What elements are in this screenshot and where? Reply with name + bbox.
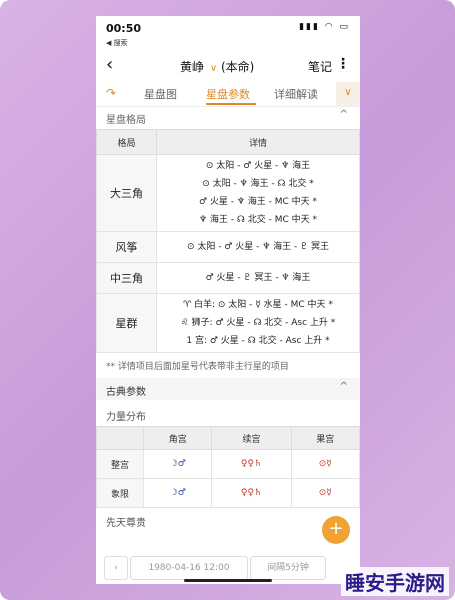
status-time: 00:50	[106, 22, 142, 35]
row-name: 整宫	[96, 449, 144, 479]
interval-selector[interactable]: 间隔5分钟	[250, 556, 326, 580]
add-button[interactable]: +	[322, 516, 350, 544]
table-cell: ⊙☿	[290, 449, 360, 479]
chevron-up-icon: ^	[339, 381, 348, 392]
table-row: 风筝 ⊙ 太阳 - ♂ 火星 - ♆ 海王 - ♇ 冥王	[96, 231, 360, 263]
watermark-logo: 睡安手游网	[341, 567, 449, 596]
row-name: 象限	[96, 478, 144, 508]
phone-screen: 00:50 ▮▮▮ ◠ ▭ ◀ 搜索 ‹ 黄峥 ∨ (本命) 笔记 ⋮ ↷ 星盘…	[96, 16, 360, 584]
table-row: 大三角 ⊙ 太阳 - ♂ 火星 - ♆ 海王 ⊙ 太阳 - ♆ 海王 - ☊ 北…	[96, 154, 360, 232]
pattern-name: 大三角	[96, 154, 157, 232]
tab-interpretation[interactable]: 详细解读	[274, 86, 318, 102]
detail-line: ♂ 火星 - ♆ 海王 - MC 中天 *	[198, 197, 318, 207]
home-indicator	[184, 579, 272, 582]
detail-line: ♈ 白羊: ⊙ 太阳 - ☿ 水星 - MC 中天 *	[183, 300, 333, 310]
date-field[interactable]: 1980-04-16 12:00	[130, 556, 248, 580]
table-cell: ☽♂	[142, 478, 213, 508]
table-row: 象限 ☽♂ ♀♀♄ ⊙☿	[96, 478, 360, 508]
chevron-up-icon: ^	[339, 109, 348, 120]
table-row: 星群 ♈ 白羊: ⊙ 太阳 - ☿ 水星 - MC 中天 * ♌ 狮子: ♂ 火…	[96, 293, 360, 353]
table-cell: ♀♀♄	[211, 478, 292, 508]
column-header: 续宫	[211, 426, 292, 450]
table-cell: ⊙☿	[290, 478, 360, 508]
table-cell: ☽♂	[142, 449, 213, 479]
power-subheader: 力量分布	[96, 400, 360, 426]
column-header: 角宫	[142, 426, 213, 450]
detail-line: ♂ 火星 - ♇ 冥王 - ♆ 海王	[205, 273, 311, 283]
dignity-subheader: 先天尊贵	[96, 508, 360, 530]
active-tab-indicator	[206, 103, 256, 105]
tab-bar: ↷ 星盘图 星盘参数 详细解读 ∨	[96, 82, 360, 107]
table-row: 中三角 ♂ 火星 - ♇ 冥王 - ♆ 海王	[96, 262, 360, 294]
pattern-name: 星群	[96, 293, 157, 353]
nav-bar: ‹ 黄峥 ∨ (本命) 笔记 ⋮	[96, 52, 360, 82]
detail-line: ⊙ 太阳 - ♂ 火星 - ♆ 海王	[205, 161, 311, 171]
power-table: 角宫 续宫 果宫 整宫 ☽♂ ♀♀♄ ⊙☿ 象限 ☽♂ ♀♀♄ ⊙☿	[96, 426, 360, 508]
column-header: 格局	[96, 129, 157, 155]
date-bar: ‹ 1980-04-16 12:00 间隔5分钟	[96, 556, 360, 580]
back-to-app-link[interactable]: ◀ 搜索	[106, 38, 128, 48]
pattern-table: 格局 详情 大三角 ⊙ 太阳 - ♂ 火星 - ♆ 海王 ⊙ 太阳 - ♆ 海王…	[96, 129, 360, 353]
tab-chart[interactable]: 星盘图	[144, 86, 177, 102]
section-title: 星盘格局	[106, 115, 146, 126]
table-cell: ♀♀♄	[211, 449, 292, 479]
detail-line: ⊙ 太阳 - ♆ 海王 - ☊ 北交 *	[202, 179, 314, 189]
section-title: 古典参数	[106, 387, 146, 398]
pattern-name: 中三角	[96, 262, 157, 294]
subsection-title: 力量分布	[106, 412, 146, 423]
status-bar: 00:50 ▮▮▮ ◠ ▭ ◀ 搜索	[96, 16, 360, 47]
column-header	[96, 426, 144, 450]
subsection-title: 先天尊贵	[106, 518, 146, 529]
detail-line: ♆ 海王 - ☊ 北交 - MC 中天 *	[199, 215, 317, 225]
pattern-name: 风筝	[96, 231, 157, 263]
pattern-detail: ⊙ 太阳 - ♂ 火星 - ♆ 海王 - ♇ 冥王	[156, 231, 360, 263]
detail-line: ⊙ 太阳 - ♂ 火星 - ♆ 海王 - ♇ 冥王	[186, 242, 330, 252]
back-icon[interactable]: ‹	[106, 56, 113, 74]
title-name: 黄峥	[180, 60, 205, 74]
detail-line: 1 宫: ♂ 火星 - ☊ 北交 - Asc 上升 *	[186, 336, 330, 346]
detail-line: ♌ 狮子: ♂ 火星 - ☊ 北交 - Asc 上升 *	[180, 318, 336, 328]
pattern-section-header[interactable]: 星盘格局 ^	[96, 107, 360, 129]
classic-section-header[interactable]: 古典参数 ^	[96, 378, 360, 400]
share-icon[interactable]: ↷	[106, 86, 116, 100]
title-subtitle: (本命)	[221, 60, 255, 74]
status-icons: ▮▮▮ ◠ ▭	[299, 22, 350, 32]
chevron-down-icon: ∨	[209, 63, 218, 74]
table-row: 整宫 ☽♂ ♀♀♄ ⊙☿	[96, 449, 360, 479]
more-icon[interactable]: ⋮	[336, 56, 350, 72]
notes-button[interactable]: 笔记	[308, 58, 332, 75]
pattern-detail: ⊙ 太阳 - ♂ 火星 - ♆ 海王 ⊙ 太阳 - ♆ 海王 - ☊ 北交 * …	[156, 154, 360, 232]
pattern-detail: ♈ 白羊: ⊙ 太阳 - ☿ 水星 - MC 中天 * ♌ 狮子: ♂ 火星 -…	[156, 293, 360, 353]
pattern-detail: ♂ 火星 - ♇ 冥王 - ♆ 海王	[156, 262, 360, 294]
page-title[interactable]: 黄峥 ∨ (本命)	[180, 58, 254, 75]
column-header: 详情	[156, 129, 360, 155]
tab-parameters[interactable]: 星盘参数	[206, 86, 250, 102]
footnote: ** 详情项目后面加星号代表带非主行星的项目	[106, 362, 289, 372]
expand-tabs-icon[interactable]: ∨	[336, 82, 360, 106]
column-header: 果宫	[290, 426, 360, 450]
previous-icon[interactable]: ‹	[104, 556, 128, 580]
